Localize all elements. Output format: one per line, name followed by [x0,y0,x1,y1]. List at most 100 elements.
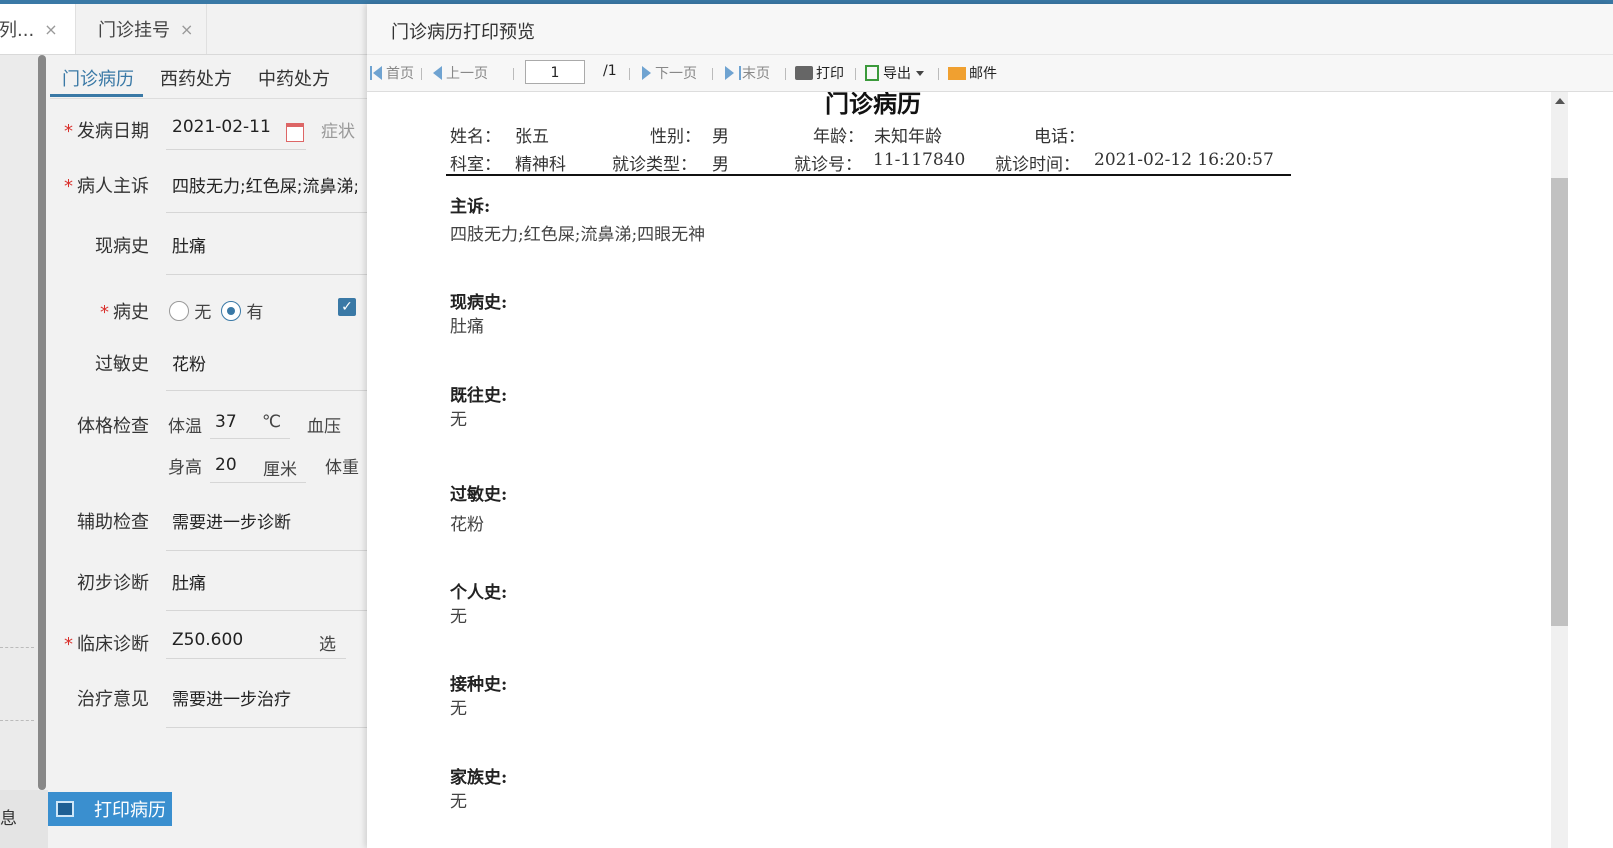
phone-label: 电话： [1034,127,1085,147]
input-underline [166,727,367,728]
printer-icon [795,66,813,80]
prev-page-button[interactable]: 上一页 [433,63,488,83]
calendar-icon[interactable] [286,123,304,142]
page-number-input[interactable]: 1 [525,60,585,84]
section-heading: 过敏史: [450,485,508,505]
age-label: 年龄： [813,127,864,147]
dept-value: 精神科 [515,155,566,175]
toolbar-separator [712,68,713,80]
present-illness-label: 现病史 [95,236,149,257]
name-label: 姓名： [450,127,501,147]
last-page-button[interactable]: 末页 [725,63,770,83]
present-illness-input[interactable]: 肚痛 [172,232,206,257]
sidebar-scrollbar[interactable] [38,55,46,790]
scrollbar-thumb[interactable] [1551,178,1568,626]
allergy-label: 过敏史 [95,354,149,375]
chief-complaint-input[interactable]: 四肢无力;红色屎;流鼻涕; [172,172,357,197]
medical-record-form: 门诊病历 西药处方 中药处方 * 发病日期 2021-02-11 症状 * 病人主诉… [50,55,367,848]
section-heading: 现病史: [450,293,508,313]
mail-button[interactable]: 邮件 [948,63,997,83]
toolbar-separator [855,68,856,80]
header-divider [446,174,1291,176]
visit-type-label: 就诊类型： [612,155,697,175]
visit-time-value: 2021-02-12 16:20:57 [1094,150,1274,170]
record-subtabs: 门诊病历 西药处方 中药处方 [50,55,367,99]
last-page-icon [725,66,734,80]
clinical-diagnosis-input[interactable]: Z50.600 [172,630,243,650]
input-underline [166,149,306,150]
tab-label: (列... [0,20,35,41]
preview-document: 门诊病历 姓名： 张五 性别： 男 年龄： 未知年龄 电话： 科室： 精神科 就… [367,92,1551,848]
checkbox-checked-icon[interactable]: ✓ [338,298,356,316]
section-heading: 接种史: [450,675,508,695]
section-heading: 既往史: [450,386,508,406]
print-record-button[interactable]: 打印病历 [48,792,172,826]
weight-label: 体重 [325,458,359,478]
height-unit: 厘米 [263,460,297,480]
select-diagnosis-button[interactable]: 选 [319,630,336,655]
section-value: 无 [450,410,467,430]
preview-scrollbar[interactable] [1551,92,1568,848]
page-total: /1 [603,63,617,79]
print-button[interactable]: 打印 [795,63,844,83]
toolbar-separator [938,68,939,80]
input-underline [166,610,367,611]
dialog-title: 门诊病历打印预览 [391,22,535,43]
first-page-icon [373,66,382,80]
height-label: 身高 [168,458,202,478]
active-tab-indicator [50,94,143,97]
mail-icon [948,66,966,80]
onset-date-label: * 发病日期 [64,121,149,142]
history-label: * 病史 [100,302,149,323]
name-value: 张五 [515,127,549,147]
tab-registration[interactable]: 门诊挂号 × [76,4,207,54]
prelim-diagnosis-input[interactable]: 肚痛 [172,569,206,594]
dialog-titlebar: 门诊病历打印预览 [367,4,1613,55]
treatment-input[interactable]: 需要进一步治疗 [172,685,291,710]
visit-time-label: 就诊时间： [995,155,1080,175]
next-page-button[interactable]: 下一页 [642,63,697,83]
tab-outpatient-record[interactable]: 门诊病历 [62,65,134,91]
allergy-input[interactable]: 花粉 [172,350,206,375]
dept-label: 科室： [450,155,501,175]
chief-complaint-label: * 病人主诉 [64,176,149,197]
visit-no-value: 11-117840 [873,150,966,170]
gender-value: 男 [712,127,729,147]
document-title: 门诊病历 [825,92,921,118]
section-heading: 个人史: [450,583,508,603]
tab-chinese-prescription[interactable]: 中药处方 [258,65,330,91]
history-yes-option[interactable]: 有 [221,298,263,323]
history-no-option[interactable]: 无 [169,298,211,323]
printer-icon [56,801,74,817]
toolbar-separator [513,68,514,80]
close-icon[interactable]: × [180,20,193,39]
temperature-unit: ℃ [262,412,282,432]
section-heading: 家族史: [450,768,508,788]
toolbar-separator [421,68,422,80]
height-input[interactable]: 20 [215,455,237,475]
divider [0,720,34,721]
sidebar-footer[interactable]: 息 [0,790,48,848]
gender-label: 性别： [650,127,701,147]
toolbar-separator [629,68,630,80]
export-button[interactable]: 导出 [865,63,924,83]
tab-list[interactable]: (列... × [0,4,76,54]
first-page-button[interactable]: 首页 [369,63,414,83]
tab-strip: (列... × 门诊挂号 × [0,4,367,55]
section-value: 无 [450,607,467,627]
onset-date-input[interactable]: 2021-02-11 [172,117,271,137]
blood-pressure-label: 血压 [307,417,341,437]
close-icon[interactable]: × [44,20,57,39]
input-underline [210,482,306,483]
chevron-down-icon [916,70,924,76]
tab-western-prescription[interactable]: 西药处方 [160,65,232,91]
scroll-up-icon[interactable] [1555,98,1565,104]
tab-label: 门诊挂号 [98,20,170,41]
visit-no-label: 就诊号： [794,155,862,175]
temperature-input[interactable]: 37 [215,412,237,432]
section-value: 无 [450,792,467,812]
visit-type-value: 男 [712,155,729,175]
next-page-icon [642,66,651,80]
section-value: 四肢无力;红色屎;流鼻涕;四眼无神 [450,225,706,245]
aux-exam-input[interactable]: 需要进一步诊断 [172,508,291,533]
